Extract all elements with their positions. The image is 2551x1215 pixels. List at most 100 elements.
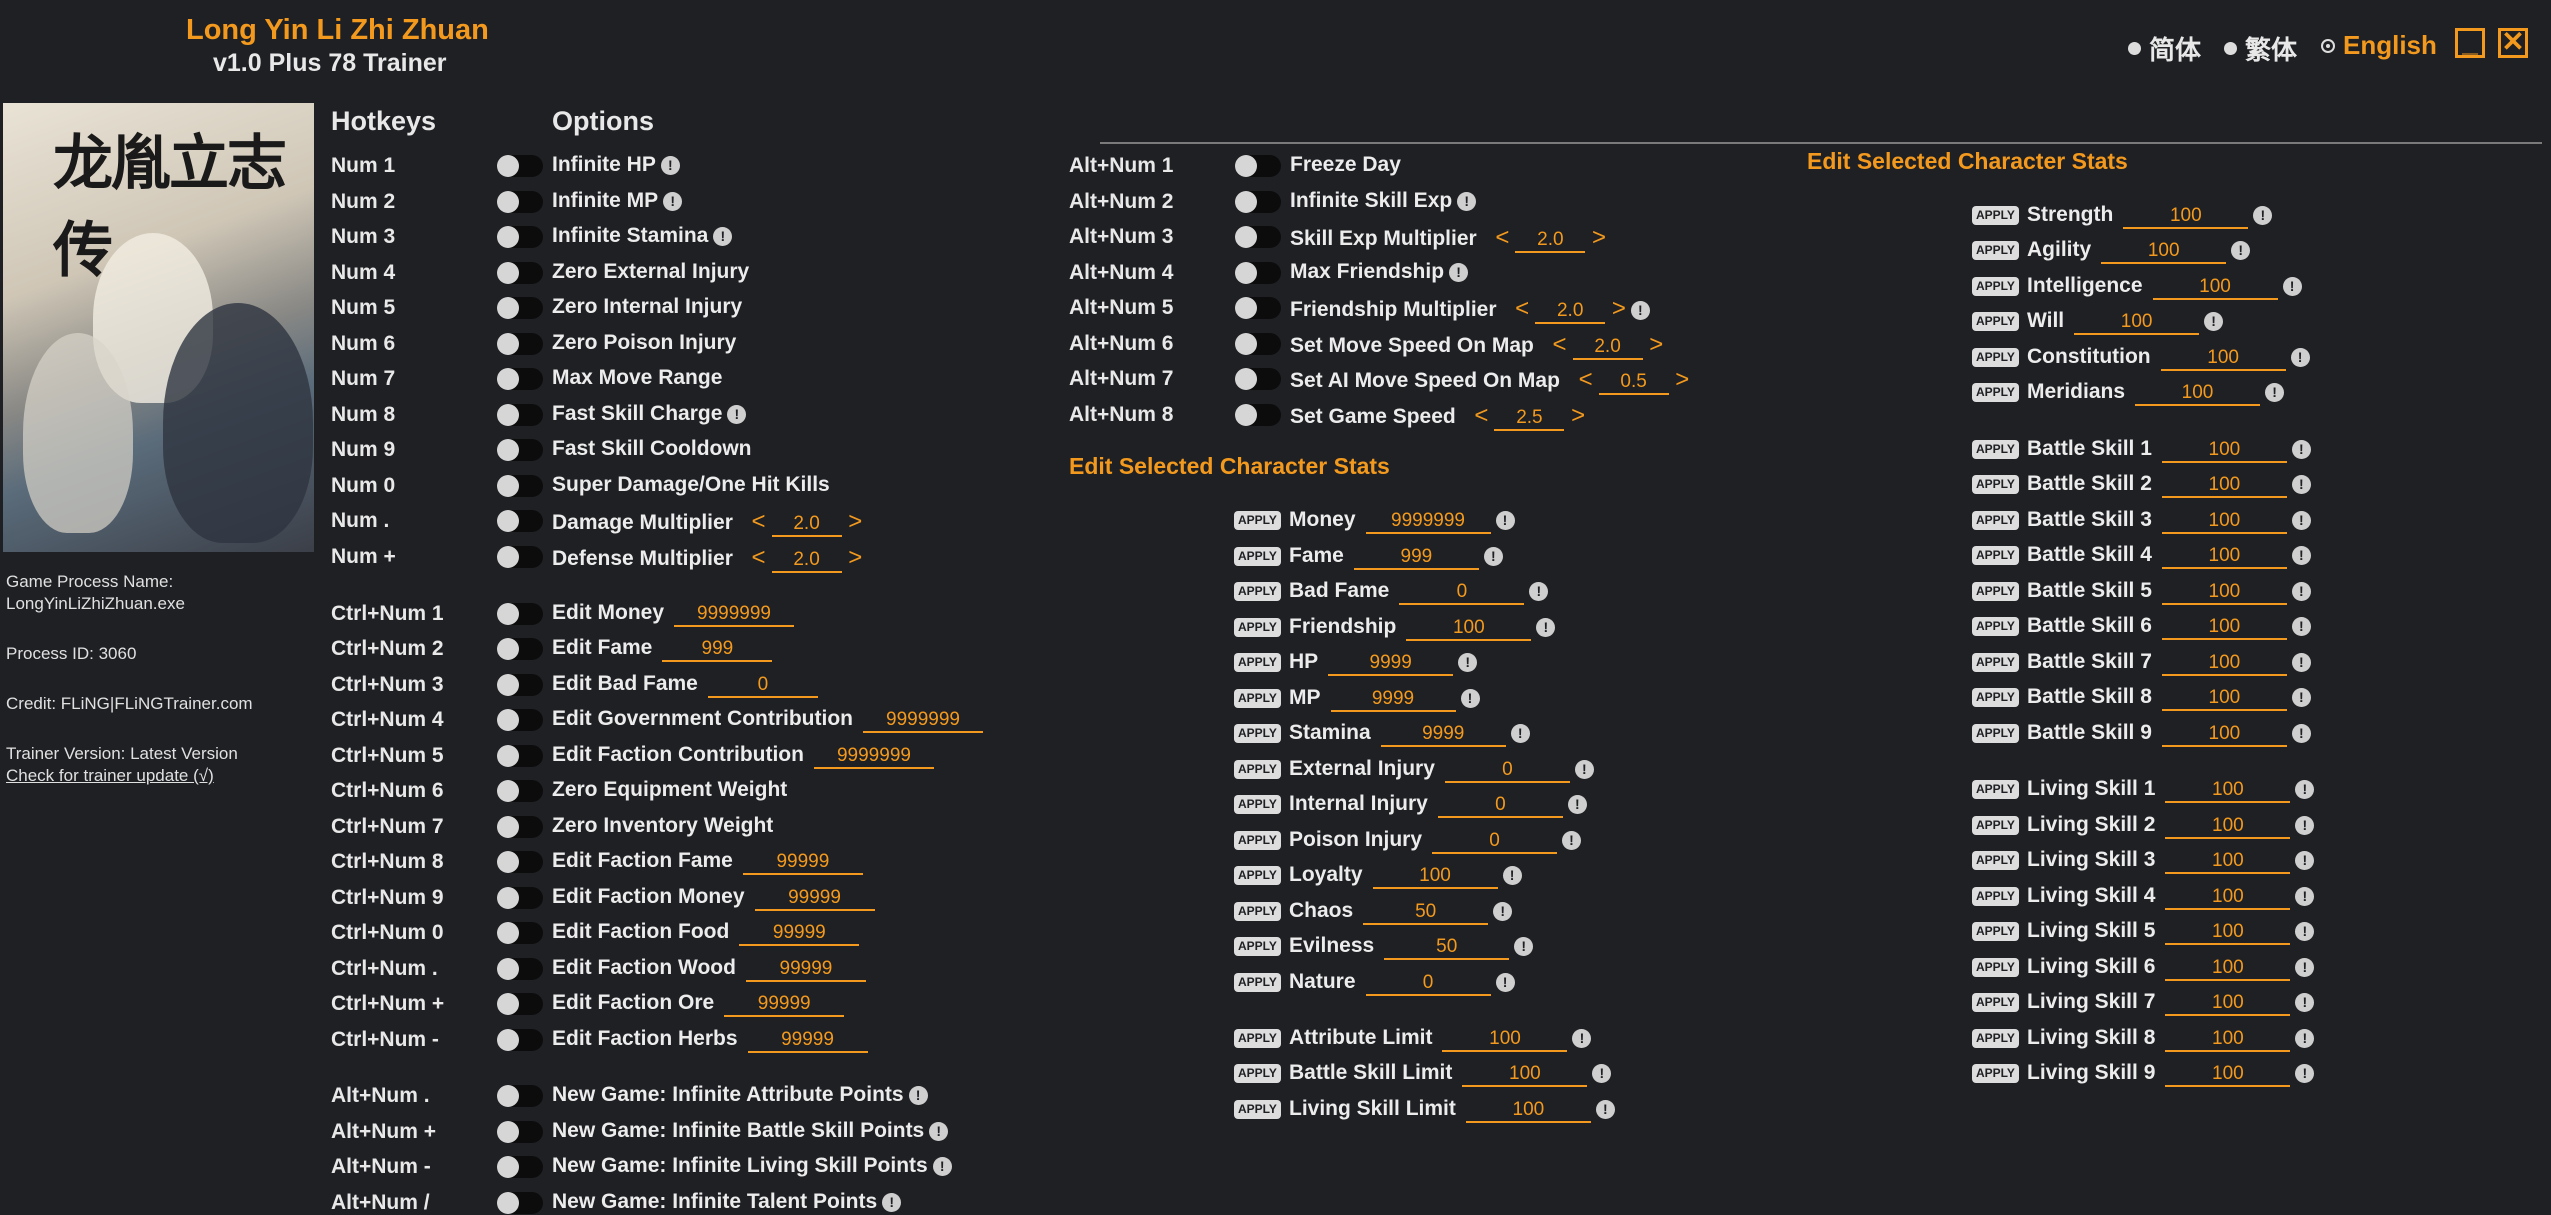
stat-input[interactable]: 100 — [2165, 815, 2291, 839]
apply-button[interactable]: APPLY — [1972, 475, 2019, 494]
apply-button[interactable]: APPLY — [1972, 348, 2019, 367]
toggle-switch[interactable] — [497, 368, 543, 390]
increase-arrow[interactable]: > — [1605, 295, 1626, 322]
apply-button[interactable]: APPLY — [1972, 653, 2019, 672]
decrease-arrow[interactable]: < — [745, 544, 766, 571]
toggle-switch[interactable] — [1235, 262, 1281, 284]
stat-input[interactable]: 100 — [1442, 1028, 1568, 1052]
apply-button[interactable]: APPLY — [1234, 1100, 1281, 1119]
stat-input[interactable]: 100 — [2074, 311, 2200, 335]
toggle-switch[interactable] — [1235, 297, 1281, 319]
decrease-arrow[interactable]: < — [1489, 224, 1509, 251]
apply-button[interactable]: APPLY — [1972, 993, 2019, 1012]
toggle-switch[interactable] — [497, 155, 543, 177]
close-button[interactable]: ✕ — [2498, 28, 2528, 58]
decrease-arrow[interactable]: < — [1468, 402, 1488, 429]
stat-input[interactable]: 100 — [1406, 617, 1532, 641]
value-input[interactable]: 99999 — [739, 922, 860, 946]
stat-input[interactable]: 100 — [2101, 240, 2227, 264]
apply-button[interactable]: APPLY — [1972, 1029, 2019, 1048]
stat-input[interactable]: 0 — [1437, 794, 1563, 818]
toggle-switch[interactable] — [497, 475, 543, 497]
multiplier-input[interactable]: 2.0 — [771, 513, 842, 537]
value-input[interactable]: 99999 — [742, 851, 863, 875]
toggle-switch[interactable] — [497, 709, 543, 731]
apply-button[interactable]: APPLY — [1972, 851, 2019, 870]
apply-button[interactable]: APPLY — [1972, 1064, 2019, 1083]
apply-button[interactable]: APPLY — [1972, 582, 2019, 601]
toggle-switch[interactable] — [497, 262, 543, 284]
stat-input[interactable]: 50 — [1363, 901, 1489, 925]
value-input[interactable]: 99999 — [754, 887, 875, 911]
toggle-switch[interactable] — [497, 404, 543, 426]
toggle-switch[interactable] — [497, 1192, 543, 1214]
lang-traditional[interactable]: 繁体 — [2224, 30, 2297, 67]
stat-input[interactable]: 0 — [1365, 972, 1491, 996]
apply-button[interactable]: APPLY — [1972, 688, 2019, 707]
toggle-switch[interactable] — [1235, 226, 1281, 248]
decrease-arrow[interactable]: < — [745, 508, 766, 535]
stat-input[interactable]: 100 — [2161, 474, 2287, 498]
toggle-switch[interactable] — [497, 674, 543, 696]
stat-input[interactable]: 100 — [2165, 886, 2291, 910]
minimize-button[interactable]: _ — [2455, 28, 2485, 58]
apply-button[interactable]: APPLY — [1234, 1064, 1281, 1083]
value-input[interactable]: 99999 — [724, 993, 845, 1017]
stat-input[interactable]: 100 — [2165, 1028, 2291, 1052]
update-link[interactable]: Check for trainer update (√) — [6, 765, 214, 787]
apply-button[interactable]: APPLY — [1234, 902, 1281, 921]
stat-input[interactable]: 9999 — [1330, 688, 1456, 712]
toggle-switch[interactable] — [1235, 191, 1281, 213]
toggle-switch[interactable] — [497, 191, 543, 213]
toggle-switch[interactable] — [1235, 404, 1281, 426]
increase-arrow[interactable]: > — [1669, 366, 1689, 393]
toggle-switch[interactable] — [497, 546, 543, 568]
apply-button[interactable]: APPLY — [1972, 511, 2019, 530]
stat-input[interactable]: 100 — [2165, 957, 2291, 981]
value-input[interactable]: 9999999 — [813, 745, 934, 769]
toggle-switch[interactable] — [497, 816, 543, 838]
stat-input[interactable]: 100 — [2165, 1063, 2291, 1087]
stat-input[interactable]: 100 — [2161, 439, 2287, 463]
stat-input[interactable]: 0 — [1444, 759, 1570, 783]
toggle-switch[interactable] — [497, 958, 543, 980]
apply-button[interactable]: APPLY — [1972, 241, 2019, 260]
stat-input[interactable]: 100 — [2165, 992, 2291, 1016]
apply-button[interactable]: APPLY — [1234, 937, 1281, 956]
apply-button[interactable]: APPLY — [1234, 689, 1281, 708]
decrease-arrow[interactable]: < — [1546, 331, 1567, 358]
apply-button[interactable]: APPLY — [1234, 973, 1281, 992]
lang-simplified[interactable]: 简体 — [2128, 30, 2201, 67]
toggle-switch[interactable] — [497, 1085, 543, 1107]
apply-button[interactable]: APPLY — [1972, 922, 2019, 941]
stat-input[interactable]: 100 — [1372, 865, 1498, 889]
toggle-switch[interactable] — [497, 439, 543, 461]
stat-input[interactable]: 9999999 — [1365, 510, 1491, 534]
multiplier-input[interactable]: 2.0 — [1535, 300, 1606, 324]
apply-button[interactable]: APPLY — [1972, 887, 2019, 906]
toggle-switch[interactable] — [497, 1156, 543, 1178]
stat-input[interactable]: 100 — [2161, 687, 2287, 711]
value-input[interactable]: 0 — [707, 674, 818, 698]
toggle-switch[interactable] — [497, 922, 543, 944]
value-input[interactable]: 9999999 — [674, 603, 795, 627]
toggle-switch[interactable] — [497, 1029, 543, 1051]
toggle-switch[interactable] — [497, 333, 543, 355]
increase-arrow[interactable]: > — [1643, 331, 1663, 358]
stat-input[interactable]: 9999 — [1380, 723, 1506, 747]
apply-button[interactable]: APPLY — [1972, 383, 2019, 402]
apply-button[interactable]: APPLY — [1972, 958, 2019, 977]
apply-button[interactable]: APPLY — [1234, 511, 1281, 530]
apply-button[interactable]: APPLY — [1234, 760, 1281, 779]
increase-arrow[interactable]: > — [1585, 224, 1606, 251]
stat-input[interactable]: 100 — [2161, 723, 2287, 747]
apply-button[interactable]: APPLY — [1234, 547, 1281, 566]
stat-input[interactable]: 100 — [2161, 510, 2287, 534]
increase-arrow[interactable]: > — [842, 508, 862, 535]
apply-button[interactable]: APPLY — [1972, 206, 2019, 225]
multiplier-input[interactable]: 0.5 — [1598, 371, 1669, 395]
toggle-switch[interactable] — [497, 638, 543, 660]
stat-input[interactable]: 100 — [2152, 276, 2278, 300]
lang-english[interactable]: English — [2321, 30, 2437, 61]
apply-button[interactable]: APPLY — [1234, 653, 1281, 672]
